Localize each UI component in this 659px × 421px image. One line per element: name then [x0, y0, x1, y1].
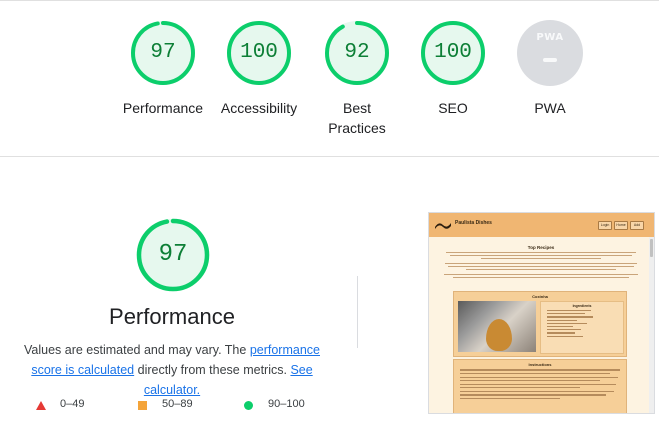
score-value: 100 — [240, 41, 278, 64]
site-logo-icon — [435, 223, 451, 229]
vertical-divider — [357, 276, 358, 348]
desc-text: directly from these metrics. — [134, 363, 291, 377]
gauge-accessibility[interactable]: 100 Accessibility — [204, 20, 314, 118]
thumb-card-heading: Coxinha — [532, 294, 548, 299]
thumb-directions-heading: Instructions — [528, 362, 552, 367]
pwa-dash-icon — [543, 58, 557, 62]
performance-title: Performance — [109, 304, 235, 329]
legend-range: 50–89 — [162, 398, 193, 410]
gauge-seo[interactable]: 100 SEO — [398, 20, 508, 118]
gauge-performance[interactable]: 97 Performance — [108, 20, 218, 118]
pwa-badge-ring: PWA — [517, 20, 583, 86]
circle-icon — [244, 401, 253, 410]
square-icon — [138, 401, 147, 410]
score-value: 100 — [434, 41, 472, 64]
triangle-icon — [36, 401, 46, 410]
score-value: 92 — [344, 41, 370, 64]
gauge-label: Accessibility — [220, 100, 298, 116]
category-gauges: 97 Performance 100 Accessibility 92 Best… — [0, 0, 659, 156]
section-divider — [0, 156, 659, 157]
thumb-nav-button: Home — [614, 221, 628, 230]
thumb-ingredients: Ingredients — [540, 301, 624, 354]
desc-text: Values are estimated and may vary. The — [24, 343, 250, 357]
thumb-intro-heading: Top Recipes — [527, 245, 555, 250]
thumb-scrollbar-thumb — [650, 239, 653, 257]
performance-score-gauge: 97 — [136, 218, 210, 292]
legend-range: 90–100 — [268, 398, 305, 410]
performance-score-value: 97 — [158, 241, 188, 268]
performance-description: Values are estimated and may vary. The p… — [10, 340, 334, 400]
score-ring: 97 — [130, 20, 196, 86]
gauge-label: PWA — [534, 100, 566, 116]
thumb-ingredients-heading: Ingredients — [572, 304, 592, 308]
thumb-nav-button: Add — [630, 221, 644, 230]
pwa-badge-text: PWA — [536, 32, 564, 43]
thumb-nav-button: Login — [598, 221, 612, 230]
gauge-label: Best Practices — [328, 100, 386, 136]
thumb-site-name: Paulista Dishes — [455, 220, 492, 226]
gauge-label: SEO — [438, 100, 468, 116]
score-ring: 92 — [324, 20, 390, 86]
thumb-recipe-card: Coxinha Ingredients — [453, 291, 627, 357]
thumb-scrollbar — [649, 237, 654, 413]
score-ring: 100 — [420, 20, 486, 86]
score-value: 97 — [150, 41, 176, 64]
gauge-pwa[interactable]: PWA PWA — [495, 20, 605, 118]
pwa-badge-icon — [517, 20, 583, 86]
legend-range: 0–49 — [60, 398, 85, 410]
thumb-site-header: Paulista Dishes Login Home Add — [429, 213, 654, 237]
gauge-best-practices[interactable]: 92 Best Practices — [302, 20, 412, 138]
thumb-directions-card: Instructions — [453, 359, 627, 413]
thumb-intro: Top Recipes — [441, 245, 641, 280]
coxinha-image — [486, 319, 512, 351]
score-ring: 100 — [226, 20, 292, 86]
gauge-label: Performance — [122, 100, 204, 116]
final-screenshot-thumbnail[interactable]: Paulista Dishes Login Home Add Top Recip… — [428, 212, 655, 414]
thumb-recipe-photo — [458, 301, 536, 352]
